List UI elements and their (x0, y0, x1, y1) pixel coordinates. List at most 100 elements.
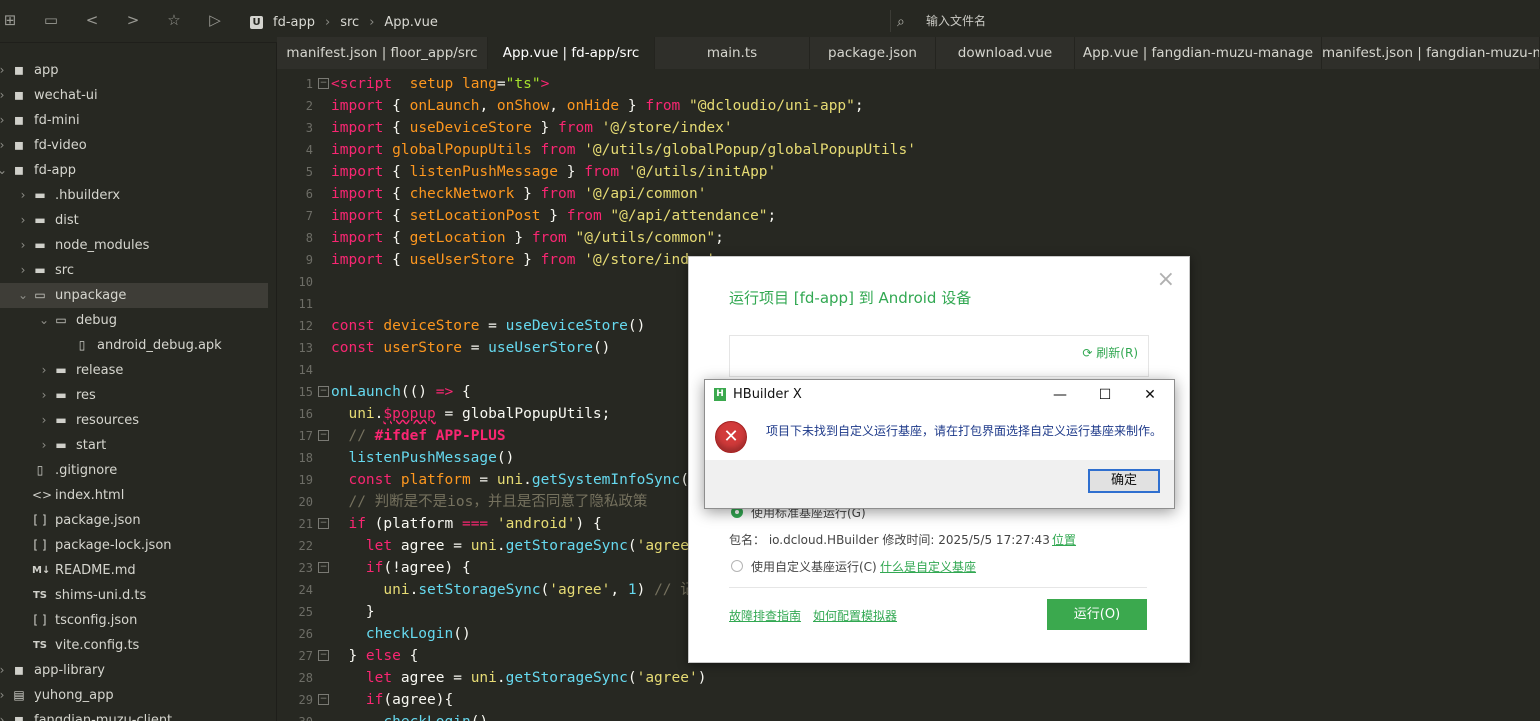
sidebar-item[interactable]: ▯ android_debug.apk (0, 333, 268, 358)
breadcrumb-item[interactable]: App.vue (384, 15, 437, 30)
sidebar-item-label: vite.config.ts (55, 638, 140, 653)
sidebar-item[interactable]: TS vite.config.ts (0, 633, 268, 658)
editor-tab-bar: manifest.json | floor_app/src App.vue | f… (277, 37, 1540, 69)
chevron-down-icon[interactable]: ⌄ (38, 308, 50, 333)
chevron-right-icon[interactable]: › (17, 258, 29, 283)
run-button[interactable]: 运行(O) (1047, 599, 1147, 630)
sidebar-item[interactable]: › ◼ fangdian-muzu-client (0, 708, 268, 721)
custom-base-radio[interactable] (731, 560, 743, 572)
editor-tab[interactable]: App.vue | fd-app/src (488, 37, 655, 69)
back-icon[interactable]: < (82, 10, 102, 30)
project-badge-icon: U (250, 15, 263, 29)
sidebar-item[interactable]: TS shims-uni.d.ts (0, 583, 268, 608)
code-text: import { setLocationPost } from "@/api/a… (331, 205, 776, 227)
chevron-right-icon[interactable]: › (0, 708, 8, 721)
breadcrumb-item[interactable]: fd-app (273, 15, 315, 30)
sidebar-item[interactable]: › ◼ fd-mini (0, 108, 268, 133)
message-titlebar[interactable]: H HBuilder X — ☐ ✕ (705, 380, 1174, 410)
ok-button[interactable]: 确定 (1088, 469, 1160, 493)
sidebar-item[interactable]: › ◼ app (0, 58, 268, 83)
code-text: if (platform === 'android') { (331, 513, 601, 535)
sidebar-item[interactable]: [ ] package.json (0, 508, 268, 533)
sidebar-item[interactable]: › ▬ .hbuilderx (0, 183, 268, 208)
chevron-right-icon[interactable]: › (0, 58, 8, 83)
code-token: from (540, 252, 576, 268)
editor-tab-label: App.vue | fangdian-muzu-manage (1082, 45, 1314, 61)
chevron-right-icon[interactable]: › (17, 233, 29, 258)
file-search-input[interactable]: ⌕ 输入文件名 (890, 10, 1540, 32)
sidebar-item[interactable]: › ▬ start (0, 433, 268, 458)
chevron-right-icon[interactable]: › (0, 133, 8, 158)
save-icon[interactable]: ▭ (41, 10, 61, 30)
editor-tab[interactable]: download.vue (936, 37, 1075, 69)
chevron-down-icon[interactable]: ⌄ (17, 283, 29, 308)
editor-tab[interactable]: main.ts (655, 37, 810, 69)
sidebar-item[interactable]: › ▬ release (0, 358, 268, 383)
chevron-right-icon[interactable]: › (0, 83, 8, 108)
sidebar-item[interactable]: M↓ README.md (0, 558, 268, 583)
breadcrumb-item[interactable]: src (340, 15, 359, 30)
sidebar-item[interactable]: › ▬ res (0, 383, 268, 408)
star-icon[interactable]: ☆ (164, 10, 184, 30)
sidebar-item[interactable]: › ▬ resources (0, 408, 268, 433)
editor-tab[interactable]: package.json (810, 37, 936, 69)
chevron-right-icon[interactable]: › (17, 183, 29, 208)
sidebar-item[interactable]: ⌄ ▭ debug (0, 308, 268, 333)
troubleshoot-link[interactable]: 故障排查指南 (729, 607, 801, 624)
editor-tab[interactable]: manifest.json | fangdian-muzu-manage (1322, 37, 1540, 69)
sidebar-item[interactable]: ⌄ ▭ unpackage (0, 283, 268, 308)
code-token: listenPushMessage (348, 450, 497, 466)
fold-toggle-icon[interactable]: − (318, 430, 329, 441)
sidebar-item[interactable]: ⌄ ◼ fd-app (0, 158, 268, 183)
sidebar-item[interactable]: › ▤ yuhong_app (0, 683, 268, 708)
line-number: 2 (305, 99, 313, 113)
sidebar-item[interactable]: › ▬ src (0, 258, 268, 283)
forward-icon[interactable]: > (123, 10, 143, 30)
close-icon[interactable]: ✕ (1138, 384, 1162, 406)
chevron-right-icon[interactable]: › (38, 408, 50, 433)
sidebar-item[interactable]: › ▬ dist (0, 208, 268, 233)
maximize-icon[interactable]: ☐ (1093, 384, 1117, 406)
what-is-custom-base-link[interactable]: 什么是自定义基座 (880, 558, 976, 575)
chevron-right-icon[interactable]: › (38, 358, 50, 383)
sidebar-item[interactable]: ▯ .gitignore (0, 458, 268, 483)
chevron-right-icon[interactable]: › (0, 658, 8, 683)
sidebar-item[interactable]: <> index.html (0, 483, 268, 508)
sidebar-item[interactable]: [ ] package-lock.json (0, 533, 268, 558)
sidebar-item[interactable]: › ◼ app-library (0, 658, 268, 683)
fold-toggle-icon[interactable]: − (318, 694, 329, 705)
new-file-icon[interactable]: ⊞ (0, 10, 20, 30)
minimize-icon[interactable]: — (1048, 384, 1072, 406)
fold-toggle-icon[interactable]: − (318, 650, 329, 661)
folder-icon: ▬ (34, 238, 46, 252)
sidebar-item[interactable]: › ◼ wechat-ui (0, 83, 268, 108)
code-token: ) (636, 582, 655, 598)
code-token: checkNetwork (409, 186, 515, 202)
editor-tab[interactable]: App.vue | fangdian-muzu-manage (1075, 37, 1322, 69)
code-token: useUserStore (488, 340, 593, 356)
sidebar-item[interactable]: › ◼ fd-video (0, 133, 268, 158)
editor-tab[interactable]: manifest.json | floor_app/src (277, 37, 488, 69)
fold-toggle-icon[interactable]: − (318, 518, 329, 529)
location-link[interactable]: 位置 (1052, 531, 1076, 548)
fold-toggle-icon[interactable]: − (318, 562, 329, 573)
fold-toggle-icon[interactable]: − (318, 78, 329, 89)
chevron-right-icon[interactable]: › (38, 383, 50, 408)
code-token: listenPushMessage (409, 164, 558, 180)
sidebar-item[interactable]: [ ] tsconfig.json (0, 608, 268, 633)
ts-icon: TS (32, 640, 48, 651)
fold-toggle-icon[interactable]: − (318, 386, 329, 397)
chevron-right-icon[interactable]: › (17, 208, 29, 233)
chevron-down-icon[interactable]: ⌄ (0, 158, 8, 183)
chevron-right-icon[interactable]: › (0, 683, 8, 708)
code-token: } (505, 230, 532, 246)
chevron-right-icon[interactable]: › (38, 433, 50, 458)
run-icon[interactable]: ▷ (205, 10, 225, 30)
chevron-right-icon[interactable]: › (0, 108, 8, 133)
refresh-button[interactable]: ⟳ 刷新(R) (1082, 344, 1138, 361)
sidebar-item-label: res (76, 388, 96, 403)
emulator-config-link[interactable]: 如何配置模拟器 (813, 607, 897, 624)
close-icon[interactable]: × (1157, 269, 1175, 291)
sidebar-item[interactable]: › ▬ node_modules (0, 233, 268, 258)
device-list[interactable]: ⟳ 刷新(R) (729, 335, 1149, 377)
